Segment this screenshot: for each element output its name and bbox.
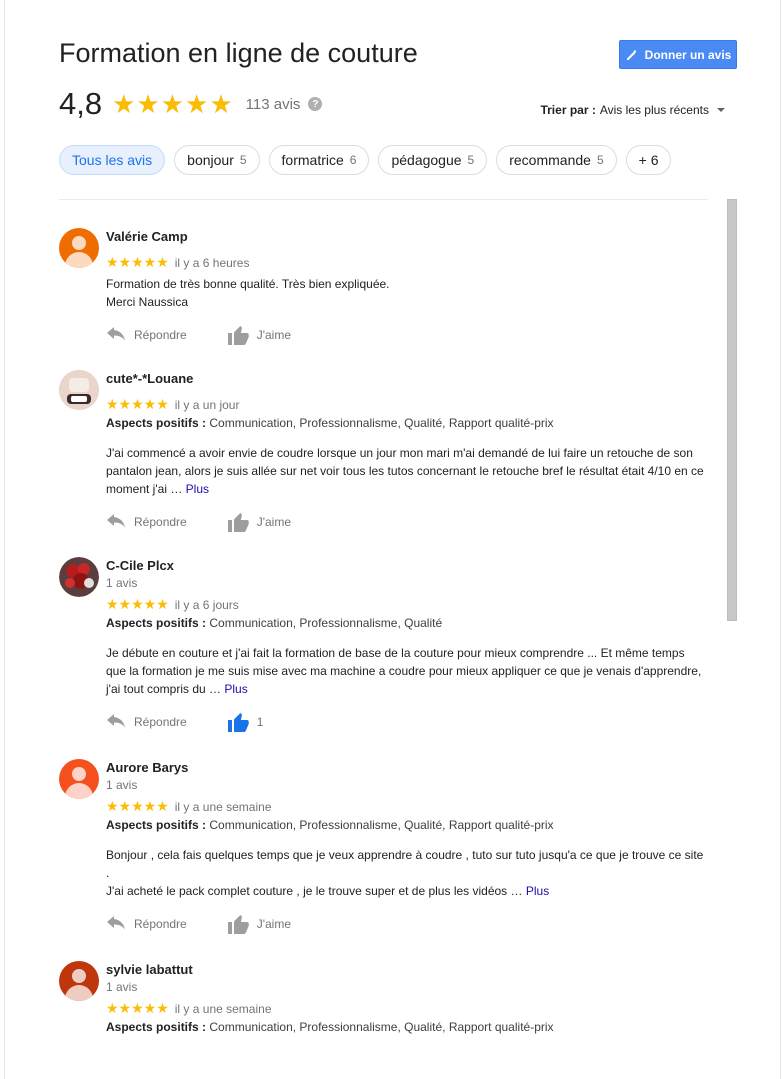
chip-count: 5 [239,153,247,167]
avatar[interactable] [59,557,99,597]
reviewer-review-count: 1 avis [106,778,138,792]
sort-label: Trier par : [540,103,596,117]
reviewer-review-count: 1 avis [106,980,138,994]
help-icon[interactable]: ? [308,97,323,111]
chip-label: + 6 [638,152,659,168]
thumbs-up-icon [227,513,249,532]
topic-chips: Tous les avis bonjour 5 formatrice 6 pédag… [59,145,672,175]
reviewer-name[interactable]: sylvie labattut [106,962,706,977]
like-label: J'aime [256,917,292,931]
reviewer-name[interactable]: C-Cile Plcx [106,558,706,573]
sort-value: Avis les plus récents [599,103,709,117]
review-text: Je débute en couture et j'ai fait la for… [106,646,702,696]
reply-button[interactable]: Répondre [106,327,187,343]
page-title: Formation en ligne de couture [59,38,418,68]
reply-label: Répondre [134,328,187,342]
rating-summary: 4,8 ★★★★★ 113 avis ? [59,86,323,122]
reply-icon [107,514,125,528]
chip-label: formatrice [281,152,344,168]
thumbs-up-icon [227,713,249,732]
reviewer-name[interactable]: Valérie Camp [106,229,706,244]
chip-bonjour[interactable]: bonjour 5 [174,145,260,175]
avatar[interactable] [59,961,99,1001]
divider [59,199,708,200]
reply-icon [107,714,125,728]
review-stars: ★★★★★ [106,396,169,412]
aspects-label: Aspects positifs : [106,416,207,430]
aspects-values: Communication, Professionnalisme, Qualit… [209,818,554,832]
reviewer-name[interactable]: cute*-*Louane [106,371,706,386]
like-button[interactable]: 1 [227,712,264,732]
chip-formatrice[interactable]: formatrice 6 [268,145,370,175]
thumbs-up-icon [227,326,249,345]
aspects-values: Communication, Professionnalisme, Qualit… [209,616,443,630]
reply-label: Répondre [134,515,187,529]
reply-button[interactable]: Répondre [106,916,187,932]
aspects-label: Aspects positifs : [106,818,207,832]
review-time: il y a 6 heures [174,255,250,270]
review-text: Formation de très bonne qualité. Très bi… [106,277,390,309]
write-review-button[interactable]: Donner un avis [619,40,737,69]
chip-label: Tous les avis [72,152,153,168]
avatar[interactable] [59,759,99,799]
reply-label: Répondre [134,917,187,931]
reply-button[interactable]: Répondre [106,714,187,730]
sort-dropdown[interactable]: Trier par : Avis les plus récents [540,103,725,117]
reply-icon [107,327,125,341]
review-time: il y a une semaine [174,799,272,814]
reply-icon [107,916,125,930]
reply-label: Répondre [134,715,187,729]
thumbs-up-icon [227,915,249,934]
like-button[interactable]: J'aime [227,512,291,532]
average-rating: 4,8 [59,86,103,121]
like-count: 1 [256,715,264,729]
more-link[interactable]: Plus [224,682,247,696]
reviewer-name[interactable]: Aurore Barys [106,760,706,775]
chip-recommande[interactable]: recommande 5 [496,145,617,175]
chip-all-reviews[interactable]: Tous les avis [59,145,166,175]
review-time: il y a 6 jours [174,597,239,612]
avatar[interactable] [59,228,99,268]
like-label: J'aime [256,328,292,342]
more-link[interactable]: Plus [186,482,209,496]
aspects-values: Communication, Professionnalisme, Qualit… [209,416,554,430]
chip-label: bonjour [187,152,234,168]
reviews-panel: Formation en ligne de couture Donner un … [4,0,781,1079]
chip-label: pédagogue [391,152,462,168]
review-stars: ★★★★★ [106,798,169,814]
like-button[interactable]: J'aime [227,325,291,345]
like-button[interactable]: J'aime [227,914,291,934]
chip-count: 5 [467,153,475,167]
review-count: 113 avis [245,95,301,113]
reply-button[interactable]: Répondre [106,514,187,530]
write-review-label: Donner un avis [644,47,732,62]
like-label: J'aime [256,515,292,529]
reviewer-review-count: 1 avis [106,576,138,590]
aspects-values: Communication, Professionnalisme, Qualit… [209,1020,554,1034]
review-time: il y a une semaine [174,1001,272,1016]
review-stars: ★★★★★ [106,254,169,270]
review-time: il y a un jour [174,397,240,412]
chip-more[interactable]: + 6 [625,145,672,175]
caret-down-icon [717,108,725,112]
aspects-label: Aspects positifs : [106,616,207,630]
review-stars: ★★★★★ [106,1000,169,1016]
average-stars: ★★★★★ [112,88,234,119]
avatar[interactable] [59,370,99,410]
review-text: Bonjour , cela fais quelques temps que j… [106,848,704,898]
more-link[interactable]: Plus [526,884,549,898]
chip-count: 5 [596,153,604,167]
scrollbar[interactable] [727,199,737,621]
review-stars: ★★★★★ [106,596,169,612]
chip-pedagogue[interactable]: pédagogue 5 [378,145,488,175]
chip-count: 6 [349,153,357,167]
pencil-icon [626,49,637,60]
aspects-label: Aspects positifs : [106,1020,207,1034]
chip-label: recommande [509,152,591,168]
